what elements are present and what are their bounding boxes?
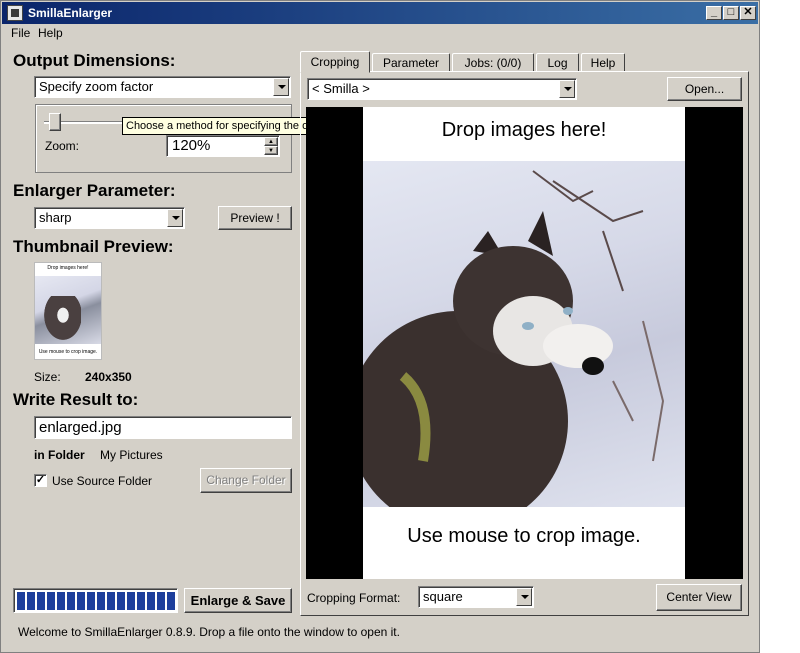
- thumbnail-dog-shape: [41, 296, 81, 344]
- progress-segment: [67, 592, 75, 610]
- app-window: SmillaEnlarger _ □ ✕ File Help Output Di…: [0, 0, 760, 653]
- enlarger-preset-select[interactable]: sharp: [34, 207, 185, 229]
- use-source-checkbox[interactable]: ✓: [34, 474, 47, 487]
- cropping-format-select[interactable]: square: [418, 586, 534, 608]
- size-label: Size:: [34, 370, 61, 384]
- thumbnail-preview-image: Drop images here! Use mouse to crop imag…: [34, 262, 102, 360]
- dimension-method-select[interactable]: Specify zoom factor: [34, 76, 291, 98]
- thumbnail-photo: [35, 276, 101, 344]
- preview-photo: [363, 161, 685, 507]
- minimize-button[interactable]: _: [706, 6, 722, 20]
- output-dimensions-heading: Output Dimensions:: [13, 51, 176, 70]
- chevron-down-icon[interactable]: [559, 80, 575, 98]
- center-view-button[interactable]: Center View: [656, 584, 742, 611]
- zoom-down-icon[interactable]: ▼: [264, 146, 278, 155]
- open-button[interactable]: Open...: [667, 77, 742, 101]
- enlarger-preset-value: sharp: [39, 210, 72, 225]
- checkmark-icon: ✓: [35, 474, 46, 486]
- size-value: 240x350: [85, 370, 132, 384]
- progress-segment: [87, 592, 95, 610]
- enlarger-parameter-heading: Enlarger Parameter:: [13, 181, 176, 200]
- window-title: SmillaEnlarger: [28, 6, 113, 20]
- thumbnail-bottom-text: Use mouse to crop image.: [38, 349, 98, 355]
- zoom-group: Zoom: 120% ▲ ▼: [35, 104, 292, 173]
- app-icon: [7, 5, 23, 21]
- chevron-down-icon[interactable]: [516, 588, 532, 606]
- progress-segment: [77, 592, 85, 610]
- cropping-format-label: Cropping Format:: [307, 591, 401, 605]
- thumbnail-preview-heading: Thumbnail Preview:: [13, 237, 174, 256]
- menu-file[interactable]: File: [11, 26, 30, 40]
- menu-bar: File Help: [2, 24, 758, 42]
- zoom-field[interactable]: 120% ▲ ▼: [166, 135, 280, 157]
- tab-log[interactable]: Log: [536, 53, 579, 72]
- preview-top-text: Drop images here!: [441, 119, 607, 141]
- chevron-down-icon[interactable]: [273, 78, 289, 96]
- progress-segment: [167, 592, 175, 610]
- zoom-label: Zoom:: [45, 139, 80, 153]
- progress-segment: [27, 592, 35, 610]
- tab-cropping[interactable]: Cropping: [300, 51, 370, 73]
- dog-photo-drawing: [363, 170, 665, 507]
- image-select-value: < Smilla >: [312, 81, 370, 96]
- status-bar: Welcome to SmillaEnlarger 0.8.9. Drop a …: [18, 625, 400, 639]
- image-select[interactable]: < Smilla >: [307, 78, 577, 100]
- progress-segment: [107, 592, 115, 610]
- dimension-method-value: Specify zoom factor: [39, 79, 154, 94]
- filename-value: enlarged.jpg: [39, 419, 122, 436]
- use-source-label: Use Source Folder: [52, 474, 153, 488]
- progress-segment: [127, 592, 135, 610]
- progress-segment: [37, 592, 45, 610]
- zoom-up-icon[interactable]: ▲: [264, 137, 278, 146]
- progress-segment: [97, 592, 105, 610]
- zoom-value: 120%: [172, 137, 211, 154]
- title-bar[interactable]: SmillaEnlarger _ □ ✕: [2, 2, 758, 24]
- progress-segment: [57, 592, 65, 610]
- tab-help[interactable]: Help: [581, 53, 625, 72]
- progress-segment: [157, 592, 165, 610]
- change-folder-button[interactable]: Change Folder: [200, 468, 292, 493]
- filename-input[interactable]: enlarged.jpg: [34, 416, 292, 439]
- preview-button[interactable]: Preview !: [218, 206, 292, 230]
- preview-bottom-text: Use mouse to crop image.: [407, 525, 641, 547]
- write-result-heading: Write Result to:: [13, 390, 139, 409]
- progress-bar: [13, 588, 178, 613]
- menu-help[interactable]: Help: [38, 26, 63, 40]
- close-button[interactable]: ✕: [740, 6, 756, 20]
- maximize-button[interactable]: □: [723, 6, 739, 20]
- tab-jobs[interactable]: Jobs: (0/0): [452, 53, 534, 72]
- thumbnail-top-text: Drop images here!: [47, 265, 89, 271]
- crop-preview-area[interactable]: Drop images here! Use mouse to crop imag…: [306, 107, 743, 579]
- folder-value: My Pictures: [100, 448, 163, 462]
- zoom-slider-handle[interactable]: [48, 113, 61, 131]
- cropping-format-value: square: [423, 589, 463, 604]
- progress-segment: [117, 592, 125, 610]
- folder-label: in Folder: [34, 448, 85, 462]
- tab-parameter[interactable]: Parameter: [372, 53, 450, 72]
- progress-segment: [137, 592, 145, 610]
- preview-canvas: Drop images here! Use mouse to crop imag…: [363, 107, 685, 579]
- enlarge-save-button[interactable]: Enlarge & Save: [184, 588, 292, 613]
- chevron-down-icon[interactable]: [167, 209, 183, 227]
- progress-segment: [17, 592, 25, 610]
- progress-segment: [47, 592, 55, 610]
- progress-segment: [147, 592, 155, 610]
